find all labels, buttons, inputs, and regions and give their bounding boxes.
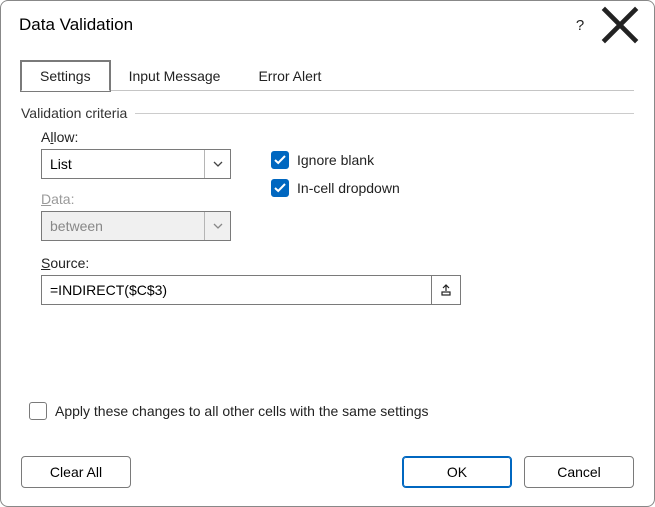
checkbox-icon [271,151,289,169]
criteria-form: Allow: List Data: between [21,121,634,305]
data-value: between [42,218,204,234]
clear-all-button[interactable]: Clear All [21,456,131,488]
ignore-blank-checkbox[interactable]: Ignore blank [271,151,400,169]
source-label: Source: [41,255,634,271]
range-selector-button[interactable] [431,275,461,305]
options-checks: Ignore blank In-cell dropdown [271,129,400,207]
apply-all-checkbox[interactable]: Apply these changes to all other cells w… [29,402,429,420]
allow-combo[interactable]: List [41,149,231,179]
incell-dropdown-label: In-cell dropdown [297,180,400,196]
group-divider [135,113,634,114]
data-label: Data: [41,191,231,207]
dialog-title: Data Validation [19,15,560,35]
close-button[interactable] [600,10,640,40]
source-row: Source: [41,255,634,305]
checkbox-icon [29,402,47,420]
button-label: OK [447,464,467,480]
ignore-blank-label: Ignore blank [297,152,374,168]
dialog-body: Settings Input Message Error Alert Valid… [1,45,654,444]
apply-all-label: Apply these changes to all other cells w… [55,403,429,419]
data-validation-dialog: Data Validation ? Settings Input Message… [0,0,655,507]
data-combo: between [41,211,231,241]
range-selector-icon [439,283,453,297]
incell-dropdown-checkbox[interactable]: In-cell dropdown [271,179,400,197]
cancel-button[interactable]: Cancel [524,456,634,488]
allow-value: List [42,156,204,172]
ok-button[interactable]: OK [402,456,512,488]
source-input[interactable] [41,275,431,305]
allow-label: Allow: [41,129,231,145]
checkbox-icon [271,179,289,197]
apply-all-row: Apply these changes to all other cells w… [21,402,634,444]
dialog-footer: Clear All OK Cancel [1,444,654,506]
chevron-down-icon [204,212,230,240]
chevron-down-icon [204,150,230,178]
tab-input-message[interactable]: Input Message [110,61,240,91]
tab-label: Error Alert [258,68,321,84]
tab-bar: Settings Input Message Error Alert [21,57,634,91]
tab-label: Settings [40,68,91,84]
validation-criteria-group: Validation criteria Allow: List [21,105,634,305]
titlebar: Data Validation ? [1,1,654,45]
button-label: Cancel [557,464,601,480]
help-icon: ? [576,17,584,34]
close-icon [600,5,640,45]
tab-settings[interactable]: Settings [21,61,110,91]
tab-error-alert[interactable]: Error Alert [239,61,340,91]
button-label: Clear All [50,464,102,480]
help-button[interactable]: ? [560,10,600,40]
tab-label: Input Message [129,68,221,84]
group-title: Validation criteria [21,105,127,121]
